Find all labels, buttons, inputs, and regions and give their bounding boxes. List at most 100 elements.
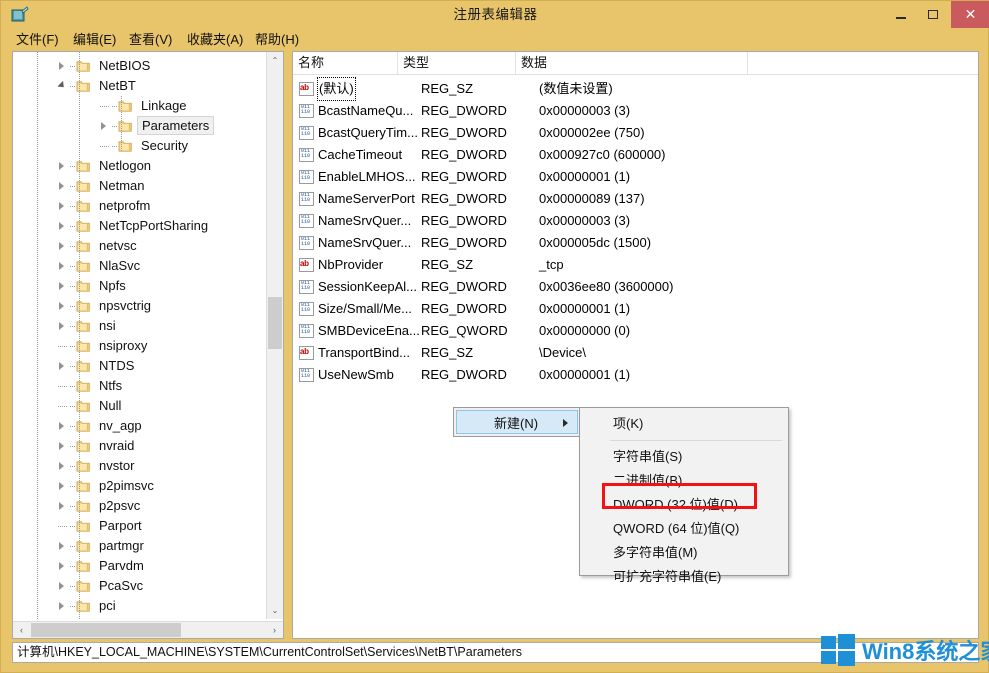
table-row[interactable]: 011 110 BcastNameQu... REG_DWORD 0x00000003 … — [293, 100, 978, 122]
table-row[interactable]: 011 110 NameSrvQuer... REG_DWORD 0x000005dc … — [293, 232, 978, 254]
tree-expander[interactable] — [55, 216, 70, 236]
expander-collapsed-icon[interactable] — [59, 562, 64, 570]
expander-collapsed-icon[interactable] — [101, 122, 106, 130]
close-button[interactable]: ✕ — [951, 1, 989, 28]
value-data: 0x00000000 (0) — [539, 323, 631, 338]
table-row[interactable]: 011 110 UseNewSmb REG_DWORD 0x00000001 (1) — [293, 364, 978, 386]
expander-collapsed-icon[interactable] — [59, 202, 64, 210]
column-header-name[interactable]: 名称 — [293, 52, 398, 74]
tree-expander[interactable] — [55, 596, 70, 616]
scroll-right-icon[interactable]: › — [266, 622, 283, 638]
menu-favorites[interactable]: 收藏夹(A) — [183, 31, 247, 49]
tree-expander[interactable] — [55, 356, 70, 376]
tree-vertical-scrollbar[interactable]: ⌃ ⌄ — [266, 52, 283, 619]
submenu-item[interactable]: 字符串值(S) — [581, 445, 788, 469]
tree-expander[interactable] — [55, 196, 70, 216]
submenu-item[interactable]: 可扩充字符串值(E) — [581, 565, 788, 589]
column-header-type[interactable]: 类型 — [398, 52, 516, 74]
tree-expander[interactable] — [55, 576, 70, 596]
tree-expander[interactable] — [55, 396, 70, 416]
expander-collapsed-icon[interactable] — [59, 502, 64, 510]
menu-file[interactable]: 文件(F) — [12, 31, 63, 49]
expander-collapsed-icon[interactable] — [59, 242, 64, 250]
tree-item-label: Linkage — [141, 98, 187, 113]
tree-expander[interactable] — [55, 156, 70, 176]
value-data: \Device\ — [539, 345, 586, 360]
tree-expander[interactable] — [97, 96, 112, 116]
tree-expander[interactable] — [55, 436, 70, 456]
tree-expander[interactable] — [55, 616, 70, 619]
table-row[interactable]: 011 110 CacheTimeout REG_DWORD 0x000927c0 (6… — [293, 144, 978, 166]
scroll-down-icon[interactable]: ⌄ — [267, 602, 283, 619]
tree-expander[interactable] — [55, 496, 70, 516]
menu-view[interactable]: 查看(V) — [125, 31, 176, 49]
value-data: 0x00000001 (1) — [539, 367, 631, 382]
menu-edit[interactable]: 编辑(E) — [69, 31, 120, 49]
tree-connector — [58, 526, 67, 527]
table-row[interactable]: 011 110 SMBDeviceEna... REG_QWORD 0x00000000… — [293, 320, 978, 342]
value-name: NbProvider — [318, 257, 384, 272]
expander-collapsed-icon[interactable] — [59, 222, 64, 230]
tree-expander[interactable] — [55, 416, 70, 436]
submenu-item[interactable]: 多字符串值(M) — [581, 541, 788, 565]
menu-separator — [610, 440, 782, 441]
tree-expander[interactable] — [55, 256, 70, 276]
minimize-button[interactable] — [883, 1, 919, 28]
vertical-scroll-thumb[interactable] — [268, 297, 282, 349]
scroll-up-icon[interactable]: ⌃ — [267, 52, 283, 69]
submenu-item[interactable]: 项(K) — [581, 412, 788, 436]
submenu-item[interactable]: QWORD (64 位)值(Q) — [581, 517, 788, 541]
expander-collapsed-icon[interactable] — [59, 542, 64, 550]
expander-collapsed-icon[interactable] — [59, 162, 64, 170]
value-name: Size/Small/Me... — [318, 301, 412, 316]
tree-expander[interactable] — [55, 556, 70, 576]
registry-tree-pane[interactable]: NetBIOS NetBT Linkage Parameters Security Net… — [12, 51, 284, 639]
expander-collapsed-icon[interactable] — [59, 442, 64, 450]
expander-collapsed-icon[interactable] — [59, 182, 64, 190]
table-row[interactable]: ab TransportBind... REG_SZ \Device\ — [293, 342, 978, 364]
table-row[interactable]: 011 110 BcastQueryTim... REG_DWORD 0x000002e… — [293, 122, 978, 144]
column-header-data[interactable]: 数据 — [516, 52, 748, 74]
tree-expander[interactable] — [55, 316, 70, 336]
tree-expander[interactable] — [97, 116, 112, 136]
value-name: SessionKeepAl... — [318, 279, 418, 294]
tree-expander[interactable] — [55, 376, 70, 396]
tree-expander[interactable] — [97, 136, 112, 156]
tree-horizontal-scrollbar[interactable]: ‹ › — [13, 621, 283, 638]
tree-expander[interactable] — [55, 236, 70, 256]
table-row[interactable]: 011 110 EnableLMHOS... REG_DWORD 0x00000001 … — [293, 166, 978, 188]
expander-expanded-icon[interactable] — [57, 80, 67, 91]
tree-expander[interactable] — [55, 536, 70, 556]
expander-collapsed-icon[interactable] — [59, 482, 64, 490]
tree-expander[interactable] — [55, 296, 70, 316]
expander-collapsed-icon[interactable] — [59, 582, 64, 590]
tree-expander[interactable] — [55, 56, 70, 76]
submenu-arrow-icon — [563, 419, 568, 427]
table-row[interactable]: 011 110 Size/Small/Me... REG_DWORD 0x0000000… — [293, 298, 978, 320]
table-row[interactable]: ab NbProvider REG_SZ _tcp — [293, 254, 978, 276]
expander-collapsed-icon[interactable] — [59, 302, 64, 310]
scroll-left-icon[interactable]: ‹ — [13, 622, 30, 638]
expander-collapsed-icon[interactable] — [59, 62, 64, 70]
expander-collapsed-icon[interactable] — [59, 262, 64, 270]
expander-collapsed-icon[interactable] — [59, 462, 64, 470]
table-row[interactable]: ab (默认) REG_SZ (数值未设置) — [293, 77, 978, 101]
tree-expander[interactable] — [55, 516, 70, 536]
tree-expander[interactable] — [55, 176, 70, 196]
tree-expander[interactable] — [55, 76, 70, 96]
expander-collapsed-icon[interactable] — [59, 602, 64, 610]
table-row[interactable]: 011 110 NameServerPort REG_DWORD 0x00000089 … — [293, 188, 978, 210]
tree-expander[interactable] — [55, 276, 70, 296]
table-row[interactable]: 011 110 NameSrvQuer... REG_DWORD 0x00000003 … — [293, 210, 978, 232]
tree-expander[interactable] — [55, 336, 70, 356]
table-row[interactable]: 011 110 SessionKeepAl... REG_DWORD 0x0036ee8… — [293, 276, 978, 298]
tree-expander[interactable] — [55, 476, 70, 496]
expander-collapsed-icon[interactable] — [59, 362, 64, 370]
expander-collapsed-icon[interactable] — [59, 422, 64, 430]
expander-collapsed-icon[interactable] — [59, 322, 64, 330]
expander-collapsed-icon[interactable] — [59, 282, 64, 290]
menu-help[interactable]: 帮助(H) — [251, 31, 303, 49]
tree-expander[interactable] — [55, 456, 70, 476]
horizontal-scroll-thumb[interactable] — [31, 623, 181, 637]
maximize-button[interactable] — [915, 1, 951, 28]
